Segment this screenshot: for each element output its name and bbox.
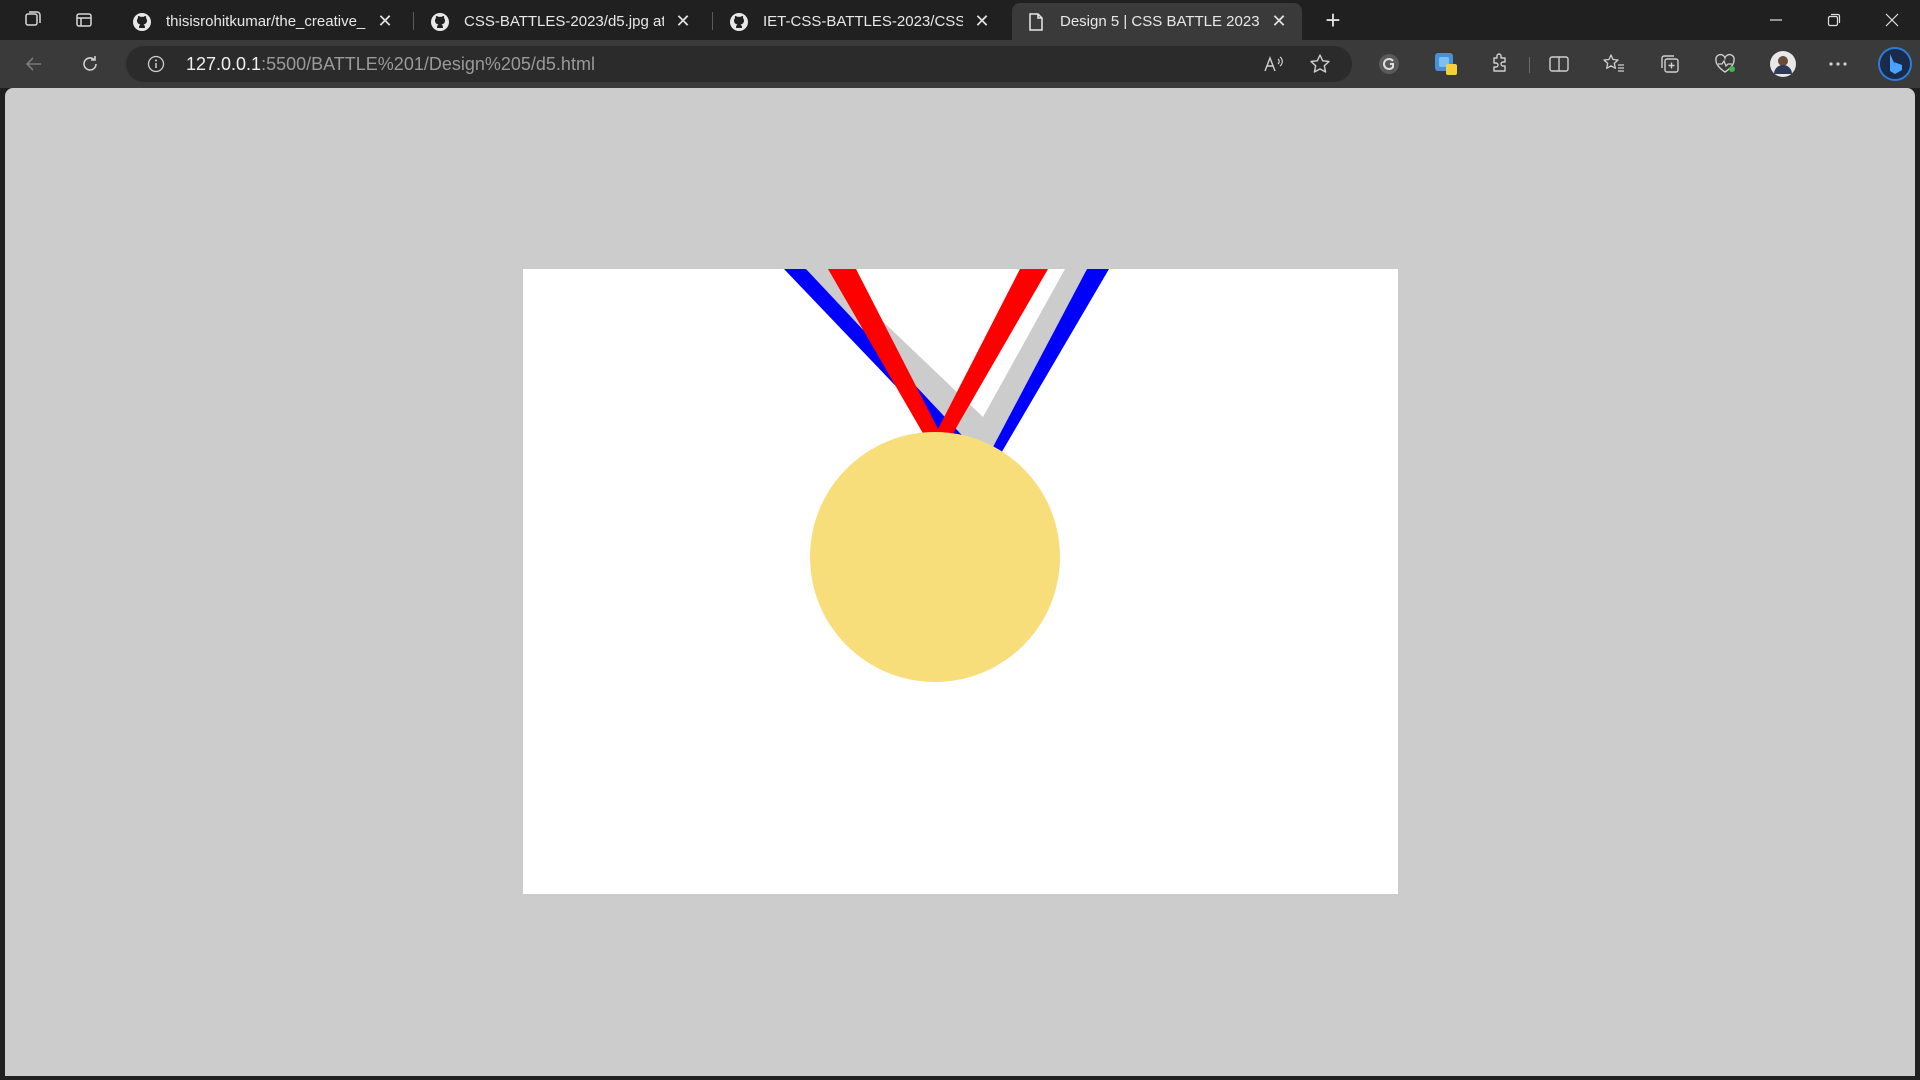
address-bar[interactable]: 127.0.0.1:5500/BATTLE%201/Design%205/d5.… bbox=[126, 46, 1352, 82]
collections-icon[interactable] bbox=[1654, 50, 1686, 78]
close-window-button[interactable] bbox=[1864, 0, 1920, 40]
tab-3[interactable]: IET-CSS-BATTLES-2023/CSS-BAT ✕ bbox=[715, 3, 1005, 40]
tab-2[interactable]: CSS-BATTLES-2023/d5.jpg at ma ✕ bbox=[416, 3, 706, 40]
favorites-icon[interactable] bbox=[1598, 50, 1630, 78]
tab-title: CSS-BATTLES-2023/d5.jpg at ma bbox=[464, 13, 664, 30]
extensions-puzzle-icon[interactable] bbox=[1484, 50, 1516, 78]
close-icon[interactable]: ✕ bbox=[1268, 11, 1290, 33]
gold-medal bbox=[810, 432, 1060, 682]
close-icon[interactable]: ✕ bbox=[971, 11, 993, 33]
color-picker-extension-icon[interactable] bbox=[1430, 50, 1462, 78]
page-viewport bbox=[5, 88, 1915, 1076]
refresh-button[interactable] bbox=[72, 48, 108, 80]
close-icon[interactable]: ✕ bbox=[672, 11, 694, 33]
tab-title: IET-CSS-BATTLES-2023/CSS-BAT bbox=[763, 13, 963, 30]
toolbar-divider bbox=[1529, 57, 1530, 73]
github-icon bbox=[132, 12, 152, 32]
back-arrow-icon bbox=[25, 57, 41, 71]
tab-1[interactable]: thisisrohitkumar/the_creative_mi ✕ bbox=[118, 3, 408, 40]
url-text[interactable]: 127.0.0.1:5500/BATTLE%201/Design%205/d5.… bbox=[186, 46, 595, 82]
favorite-star-icon[interactable] bbox=[1306, 52, 1334, 76]
github-icon bbox=[729, 12, 749, 32]
close-icon[interactable]: ✕ bbox=[374, 11, 396, 33]
tab-title: Design 5 | CSS BATTLE 2023 bbox=[1060, 13, 1260, 30]
minimize-button[interactable] bbox=[1748, 0, 1804, 40]
workspaces-icon[interactable] bbox=[16, 6, 48, 34]
vertical-tabs-icon[interactable] bbox=[68, 6, 100, 34]
github-icon bbox=[430, 12, 450, 32]
restore-icon bbox=[1827, 13, 1841, 27]
profile-avatar[interactable] bbox=[1767, 50, 1799, 78]
close-icon bbox=[1885, 13, 1899, 27]
url-host: 127.0.0.1 bbox=[186, 54, 262, 74]
toolbar: 127.0.0.1:5500/BATTLE%201/Design%205/d5.… bbox=[0, 40, 1920, 88]
page-icon bbox=[1026, 12, 1046, 32]
vertical-tabs-glyph bbox=[76, 13, 92, 27]
tab-divider bbox=[413, 12, 414, 30]
new-tab-button[interactable]: + bbox=[1318, 5, 1348, 35]
split-screen-icon[interactable] bbox=[1543, 50, 1575, 78]
grammarly-extension-icon[interactable] bbox=[1373, 50, 1405, 78]
tab-4-active[interactable]: Design 5 | CSS BATTLE 2023 ✕ bbox=[1012, 3, 1302, 40]
workspaces-glyph bbox=[25, 11, 41, 26]
tab-divider bbox=[712, 12, 713, 30]
url-path: :5500/BATTLE%201/Design%205/d5.html bbox=[261, 54, 595, 74]
tab-strip: thisisrohitkumar/the_creative_mi ✕ CSS-B… bbox=[0, 0, 1920, 40]
minimize-icon bbox=[1770, 19, 1782, 21]
browser-essentials-icon[interactable] bbox=[1709, 50, 1741, 78]
tab-title: thisisrohitkumar/the_creative_mi bbox=[166, 13, 366, 30]
more-options-icon[interactable] bbox=[1822, 50, 1854, 78]
css-battle-artboard bbox=[523, 269, 1398, 894]
read-aloud-icon[interactable] bbox=[1260, 52, 1288, 76]
bing-copilot-icon[interactable] bbox=[1876, 46, 1914, 82]
restore-button[interactable] bbox=[1806, 0, 1862, 40]
info-icon[interactable] bbox=[146, 54, 166, 74]
refresh-icon bbox=[83, 56, 97, 71]
back-button[interactable] bbox=[16, 48, 52, 80]
